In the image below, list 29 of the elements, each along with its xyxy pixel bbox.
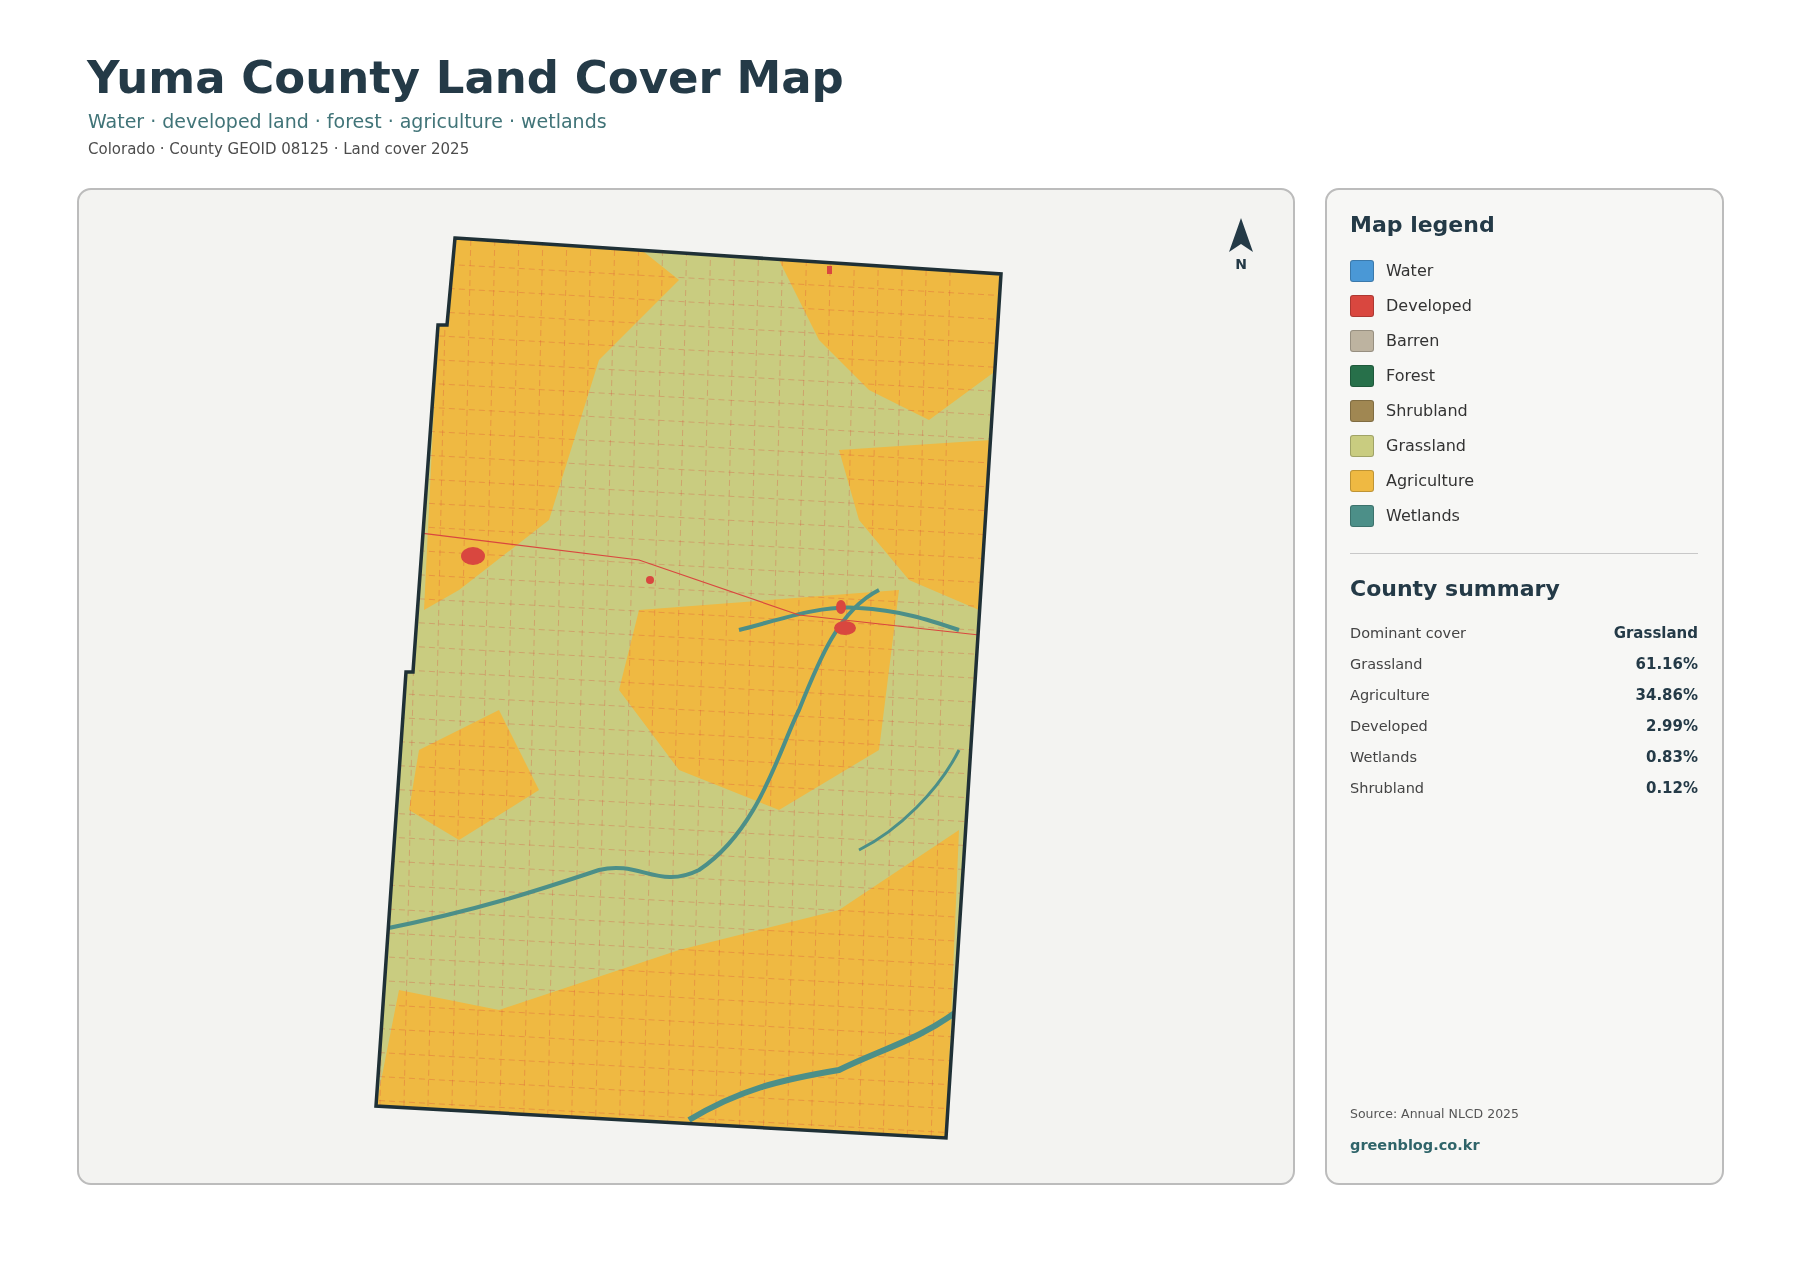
- summary-value: 0.12%: [1645, 778, 1698, 797]
- north-arrow-icon: [1229, 218, 1253, 252]
- summary-value: 0.83%: [1645, 747, 1698, 766]
- summary-value: 2.99%: [1645, 716, 1698, 735]
- legend-label: Shrubland: [1386, 401, 1468, 420]
- legend-label: Water: [1386, 261, 1434, 280]
- page-title: Yuma County Land Cover Map: [87, 50, 845, 106]
- legend-title: Map legend: [1350, 212, 1496, 237]
- page-meta: Colorado · County GEOID 08125 · Land cover 2025: [88, 140, 471, 158]
- summary-value: 61.16%: [1635, 654, 1698, 673]
- summary-title: County summary: [1350, 576, 1561, 601]
- summary-label: Wetlands: [1350, 748, 1417, 765]
- summary-label: Dominant cover: [1350, 624, 1467, 641]
- site-link[interactable]: greenblog.co.kr: [1350, 1137, 1480, 1153]
- legend-label: Forest: [1386, 366, 1436, 385]
- legend-label: Developed: [1386, 296, 1472, 315]
- legend-label: Agriculture: [1386, 471, 1474, 490]
- legend-label: Barren: [1386, 331, 1440, 350]
- summary-label: Shrubland: [1350, 779, 1425, 796]
- legend-label: Grassland: [1386, 436, 1466, 455]
- legend-label: Wetlands: [1386, 506, 1460, 525]
- summary-value: 34.86%: [1635, 685, 1698, 704]
- summary-label: Agriculture: [1350, 686, 1430, 703]
- page-subtitle: Water · developed land · forest · agriculture · wetlands: [88, 110, 608, 132]
- summary-label: Developed: [1350, 717, 1428, 734]
- north-label: N: [1235, 256, 1247, 272]
- summary-value: Grassland: [1613, 623, 1698, 642]
- summary-label: Grassland: [1350, 655, 1423, 672]
- source-note: Source: Annual NLCD 2025: [1350, 1106, 1520, 1121]
